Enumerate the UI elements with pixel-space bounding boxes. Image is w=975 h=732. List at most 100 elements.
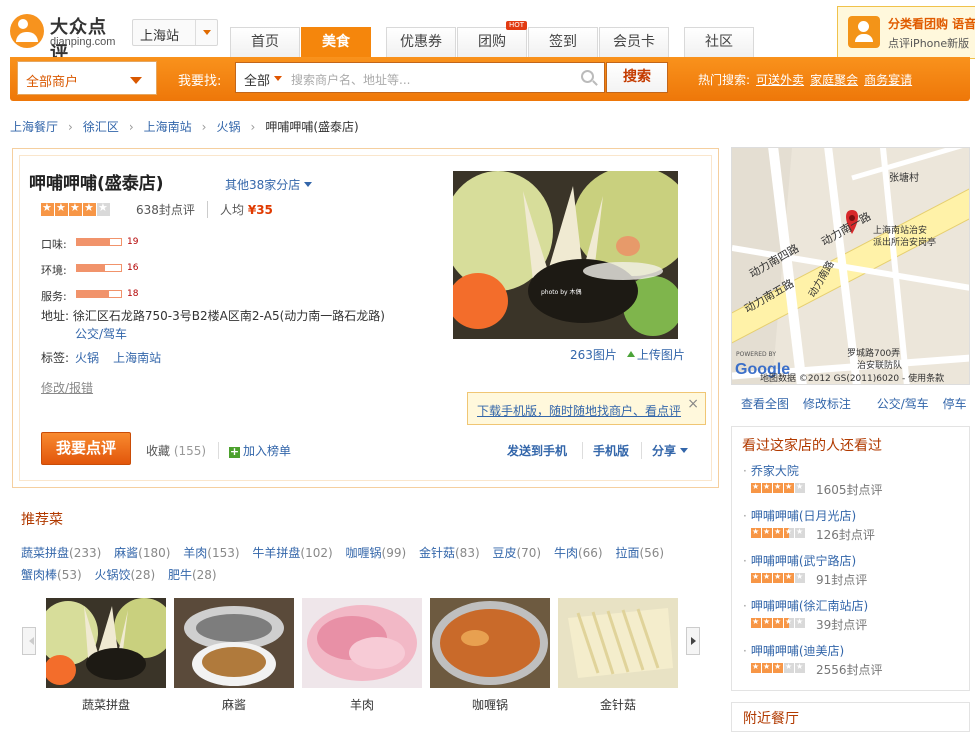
tags-label: 标签: xyxy=(41,351,70,365)
photo-count-link[interactable]: 263图片 xyxy=(570,348,617,362)
tab-community[interactable]: 社区 xyxy=(684,27,754,57)
tab-membercard[interactable]: 会员卡 xyxy=(599,27,669,57)
map-label: 派出所治安岗亭 xyxy=(873,236,936,248)
star-icon xyxy=(762,662,772,673)
tag-link[interactable]: 上海南站 xyxy=(113,351,161,365)
also-viewed-rating: 91封点评 xyxy=(751,571,867,588)
also-viewed-item[interactable]: · 呷哺呷哺(日月光店) xyxy=(743,507,856,524)
mobile-download-link[interactable]: 下载手机版，随时随地找商户、看点评 xyxy=(477,402,681,419)
dish-link[interactable]: 肥牛(28) xyxy=(168,568,217,582)
promo-title: 分类看团购 语音 xyxy=(888,17,975,31)
score-label: 口味: xyxy=(41,238,67,251)
dish-link[interactable]: 蔬菜拼盘(233) xyxy=(21,546,101,560)
hot-keyword-link[interactable]: 家庭聚会 xyxy=(810,73,858,87)
chevron-down-icon[interactable] xyxy=(195,20,217,45)
dish-name[interactable]: 咖喱锅 xyxy=(346,546,382,560)
dish-link[interactable]: 火锅饺(28) xyxy=(94,568,155,582)
also-viewed-shop-link[interactable]: 乔家大院 xyxy=(751,464,799,478)
dish-name[interactable]: 麻酱 xyxy=(114,546,138,560)
tab-checkin[interactable]: 签到 xyxy=(528,27,598,57)
favorite-label: 收藏 xyxy=(146,444,171,458)
tab-groupbuy[interactable]: 团购 xyxy=(457,27,527,57)
dish-name[interactable]: 肥牛 xyxy=(168,568,192,582)
favorite-button[interactable]: 收藏 (155) xyxy=(146,442,206,459)
transit-link[interactable]: 公交/驾车 xyxy=(75,325,127,342)
dish-count: (70) xyxy=(516,546,542,560)
breadcrumb-link[interactable]: 火锅 xyxy=(216,120,240,134)
tab-home[interactable]: 首页 xyxy=(230,27,300,57)
also-viewed-item[interactable]: · 呷哺呷哺(武宁路店) xyxy=(743,552,856,569)
hot-keyword-link[interactable]: 商务宴请 xyxy=(864,73,912,87)
breadcrumb-link[interactable]: 徐汇区 xyxy=(83,120,119,134)
category-dropdown[interactable]: 全部 xyxy=(244,70,283,89)
star-icon xyxy=(751,482,761,493)
tab-food[interactable]: 美食 xyxy=(301,27,371,57)
also-viewed-shop-link[interactable]: 呷哺呷哺(徐汇南站店) xyxy=(751,599,868,613)
also-viewed-shop-link[interactable]: 呷哺呷哺(迪美店) xyxy=(751,644,844,658)
close-icon[interactable]: × xyxy=(687,396,699,412)
dish-link[interactable]: 牛羊拼盘(102) xyxy=(252,546,332,560)
dish-link[interactable]: 豆皮(70) xyxy=(492,546,541,560)
tag-link[interactable]: 火锅 xyxy=(75,351,99,365)
dish-name[interactable]: 拉面 xyxy=(615,546,639,560)
dish-photo[interactable] xyxy=(174,598,294,688)
dish-link[interactable]: 拉面(56) xyxy=(615,546,664,560)
also-viewed-shop-link[interactable]: 呷哺呷哺(日月光店) xyxy=(751,509,856,523)
dish-photo[interactable] xyxy=(558,598,678,688)
also-viewed-item[interactable]: · 乔家大院 xyxy=(743,462,799,479)
city-selector[interactable]: 上海站 xyxy=(132,19,218,46)
carousel-next-button[interactable] xyxy=(686,627,700,655)
dianping-logo[interactable]: 大众点评 dianping.com xyxy=(10,12,125,64)
dish-name[interactable]: 豆皮 xyxy=(492,546,516,560)
search-input[interactable]: 全部 搜索商户名、地址等... xyxy=(235,62,605,93)
carousel-prev-button[interactable] xyxy=(22,627,36,655)
dish-photo[interactable] xyxy=(302,598,422,688)
dish-link[interactable]: 羊肉(153) xyxy=(183,546,239,560)
parking-link[interactable]: 停车 xyxy=(943,397,967,411)
also-viewed-item[interactable]: · 呷哺呷哺(徐汇南站店) xyxy=(743,597,868,614)
dish-link[interactable]: 牛肉(66) xyxy=(554,546,603,560)
share-dropdown[interactable]: 分享 xyxy=(641,442,689,459)
branches-dropdown[interactable]: 其他38家分店 xyxy=(225,176,312,193)
write-review-button[interactable]: 我要点评 xyxy=(41,432,131,465)
star-icon xyxy=(773,662,783,673)
dish-name[interactable]: 金针菇 xyxy=(419,546,455,560)
search-button[interactable]: 搜索 xyxy=(606,62,668,93)
app-promo-banner[interactable]: 分类看团购 语音 点评iPhone新版 xyxy=(837,6,975,59)
edit-report-link[interactable]: 修改/报错 xyxy=(41,379,93,396)
dish-name[interactable]: 牛肉 xyxy=(554,546,578,560)
address-text: 徐汇区石龙路750-3号B2楼A区南2-A5(动力南一路石龙路) xyxy=(72,309,385,323)
scope-dropdown[interactable]: 全部商户 xyxy=(17,61,157,95)
also-viewed-shop-link[interactable]: 呷哺呷哺(武宁路店) xyxy=(751,554,856,568)
transit-link[interactable]: 公交/驾车 xyxy=(877,397,929,411)
location-map[interactable]: 张塘村 上海南站治安 派出所治安岗亭 动力南一路 动力南四路 动力南五路 动力南… xyxy=(731,147,970,385)
breadcrumb-link[interactable]: 上海南站 xyxy=(144,120,192,134)
dish-name[interactable]: 羊肉 xyxy=(183,546,207,560)
upload-photo-link[interactable]: 上传图片 xyxy=(637,348,685,362)
promo-subtitle: 点评iPhone新版 xyxy=(888,37,970,50)
mobile-version-link[interactable]: 手机版 xyxy=(582,442,629,459)
dish-link[interactable]: 金针菇(83) xyxy=(419,546,480,560)
dish-photo[interactable] xyxy=(430,598,550,688)
edit-marker-link[interactable]: 修改标注 xyxy=(803,397,851,411)
dish-name[interactable]: 蟹肉棒 xyxy=(21,568,57,582)
also-viewed-item[interactable]: · 呷哺呷哺(迪美店) xyxy=(743,642,844,659)
dish-link[interactable]: 麻酱(180) xyxy=(114,546,170,560)
shop-photo[interactable]: photo by 木偶 xyxy=(453,171,678,339)
breadcrumb-link[interactable]: 上海餐厅 xyxy=(10,120,58,134)
send-to-phone-link[interactable]: 发送到手机 xyxy=(507,442,567,459)
view-full-map-link[interactable]: 查看全图 xyxy=(741,397,789,411)
site-header: 大众点评 dianping.com 上海站 首页 美食 优惠券 团购 签到 会员… xyxy=(0,0,975,64)
dish-link[interactable]: 咖喱锅(99) xyxy=(346,546,407,560)
add-to-list-button[interactable]: 加入榜单 xyxy=(218,442,291,459)
dish-link[interactable]: 蟹肉棒(53) xyxy=(21,568,82,582)
review-count-link[interactable]: 638封点评 xyxy=(136,201,195,218)
star-icon xyxy=(751,617,761,628)
star-icon xyxy=(762,572,772,583)
dish-photo[interactable] xyxy=(46,598,166,688)
dish-name[interactable]: 火锅饺 xyxy=(94,568,130,582)
dish-name[interactable]: 蔬菜拼盘 xyxy=(21,546,69,560)
tab-coupons[interactable]: 优惠券 xyxy=(386,27,456,57)
hot-keyword-link[interactable]: 可送外卖 xyxy=(756,73,804,87)
dish-name[interactable]: 牛羊拼盘 xyxy=(252,546,300,560)
